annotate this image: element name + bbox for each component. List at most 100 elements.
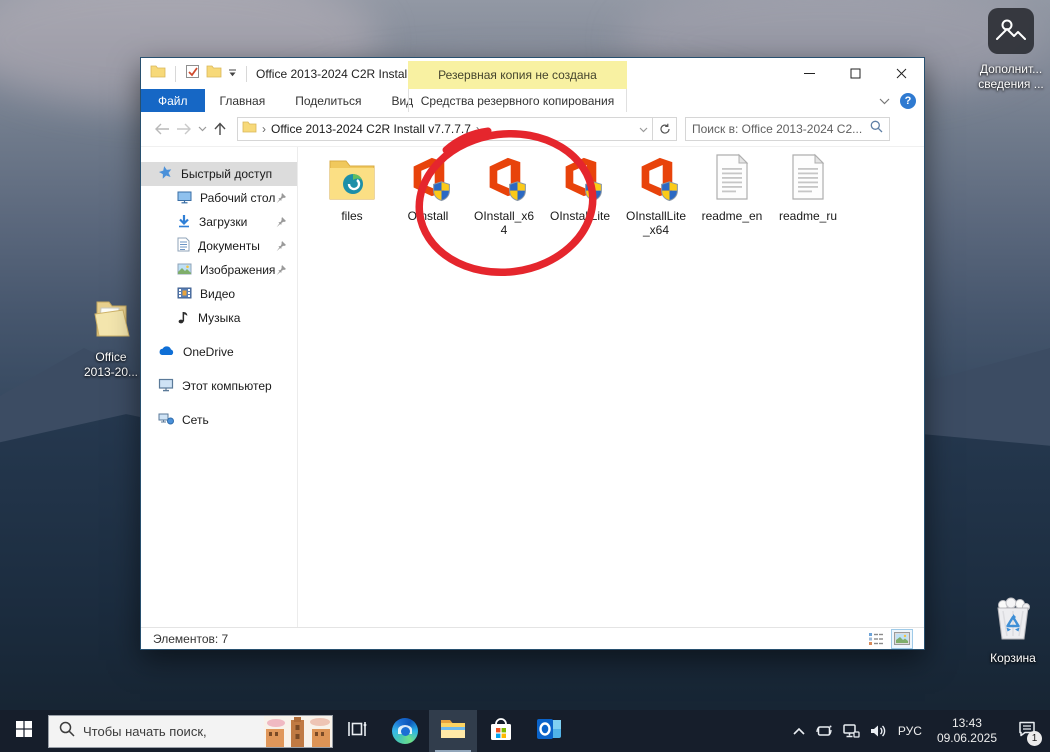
window-folder-icon [150, 64, 166, 83]
ribbon-collapse-chevron-icon[interactable] [879, 94, 890, 108]
address-dropdown-chevron-icon[interactable] [639, 120, 648, 138]
file-item-oinstall-x64[interactable]: OInstall_x6 4 [466, 149, 542, 237]
items-count: Элементов: 7 [153, 632, 228, 646]
forward-icon[interactable] [173, 118, 195, 140]
taskbar-search-box[interactable] [48, 715, 333, 748]
store-button[interactable] [477, 710, 525, 752]
qat-properties-icon[interactable] [185, 64, 200, 84]
search-icon [870, 120, 883, 138]
computer-icon [158, 378, 174, 395]
separator [175, 66, 176, 82]
volume-icon[interactable] [869, 723, 887, 739]
file-item-oinstalllite-x64[interactable]: OInstallLite _x64 [618, 149, 694, 237]
desktop-icon-label: Корзина [990, 651, 1036, 666]
separator [246, 66, 247, 82]
address-bar: › Office 2013-2024 C2R Install v7.7.7.7 … [141, 112, 924, 147]
quick-access-star-icon [158, 165, 173, 183]
open-folder-icon [85, 296, 137, 347]
pin-icon [275, 264, 287, 279]
file-item-files[interactable]: files [314, 149, 390, 237]
sidebar-item-music[interactable]: Музыка [141, 306, 297, 330]
uac-shield-icon [659, 180, 680, 207]
desktop-icon-label: Office 2013-20... [84, 350, 138, 380]
window-title: Office 2013-2024 C2R Install ... [256, 67, 423, 81]
search-icon [59, 721, 75, 742]
desktop-icon-info[interactable]: Дополнит... сведения ... [968, 8, 1050, 92]
tab-file[interactable]: Файл [141, 89, 205, 112]
file-item-readme-ru[interactable]: readme_ru [770, 149, 846, 237]
file-label: OInstall [408, 209, 449, 223]
file-explorer-icon [440, 718, 466, 745]
hidden-icons-chevron-icon[interactable] [792, 726, 806, 736]
outlook-button[interactable] [525, 710, 573, 752]
sidebar-item-network[interactable]: Сеть [141, 408, 297, 432]
file-label: files [341, 209, 362, 223]
taskbar-search-input[interactable] [83, 724, 243, 739]
ribbon-tabs: Файл Главная Поделиться Вид Средства рез… [141, 89, 924, 112]
pin-icon [275, 240, 287, 255]
file-label: OInstallLite [550, 209, 610, 223]
qat-customize-chevron-icon[interactable] [228, 65, 237, 83]
action-center-button[interactable]: 1 [1010, 710, 1044, 752]
search-box[interactable] [685, 117, 890, 141]
notification-badge: 1 [1027, 731, 1042, 746]
onedrive-cloud-icon [158, 345, 175, 359]
file-item-readme-en[interactable]: readme_en [694, 149, 770, 237]
up-icon[interactable] [209, 118, 231, 140]
device-sync-icon[interactable] [815, 723, 833, 739]
sidebar-item-onedrive[interactable]: OneDrive [141, 340, 297, 364]
file-explorer-button[interactable] [429, 710, 477, 752]
file-label: readme_en [702, 209, 763, 223]
edge-icon [392, 718, 418, 744]
thumbnail-view-icon[interactable] [892, 630, 912, 648]
pin-icon [275, 192, 287, 207]
uac-shield-icon [507, 180, 528, 207]
maximize-button[interactable] [832, 58, 878, 89]
recent-locations-chevron-icon[interactable] [195, 118, 209, 140]
file-label: OInstall_x6 4 [474, 209, 534, 237]
task-view-button[interactable] [333, 710, 381, 752]
search-highlight-illustration[interactable] [264, 716, 332, 747]
help-icon[interactable]: ? [900, 93, 916, 109]
network-icon[interactable] [842, 723, 860, 739]
refresh-icon[interactable] [653, 117, 677, 141]
search-input[interactable] [692, 122, 870, 136]
contextual-tab-header: Резервная копия не создана [408, 61, 627, 89]
edge-button[interactable] [381, 710, 429, 752]
desktop-icon-recycle-bin[interactable]: Корзина [970, 595, 1050, 666]
sidebar-item-videos[interactable]: Видео [141, 282, 297, 306]
sidebar-item-pictures[interactable]: Изображения [141, 258, 297, 282]
sidebar-item-quick-access[interactable]: Быстрый доступ [141, 162, 297, 186]
minimize-button[interactable] [786, 58, 832, 89]
sidebar-item-documents[interactable]: Документы [141, 234, 297, 258]
downloads-icon [177, 214, 191, 231]
sidebar-item-downloads[interactable]: Загрузки [141, 210, 297, 234]
file-list-area: files [298, 147, 924, 627]
qat-new-folder-icon[interactable] [206, 64, 222, 83]
clock-date: 09.06.2025 [937, 731, 997, 746]
task-view-icon [347, 720, 367, 743]
sidebar-item-desktop[interactable]: Рабочий стол [141, 186, 297, 210]
details-view-icon[interactable] [866, 630, 886, 648]
close-button[interactable] [878, 58, 924, 89]
outlook-icon [536, 717, 562, 746]
file-item-oinstalllite[interactable]: OInstallLite [542, 149, 618, 237]
tab-home[interactable]: Главная [205, 89, 281, 112]
store-icon [489, 716, 513, 747]
system-tray: РУС 13:43 09.06.2025 1 [792, 710, 1050, 752]
file-item-oinstall[interactable]: OInstall [390, 149, 466, 237]
back-icon[interactable] [151, 118, 173, 140]
text-document-icon [788, 153, 828, 206]
sidebar-item-this-pc[interactable]: Этот компьютер [141, 374, 297, 398]
recycle-bin-icon [990, 595, 1036, 648]
tab-share[interactable]: Поделиться [280, 89, 376, 112]
address-input[interactable]: › Office 2013-2024 C2R Install v7.7.7.7 … [237, 117, 653, 141]
tab-backup-tools[interactable]: Средства резервного копирования [408, 89, 627, 112]
start-button[interactable] [0, 710, 48, 752]
breadcrumb-separator: › [476, 122, 480, 136]
pictures-icon [177, 263, 192, 278]
desktop-icon [177, 190, 192, 207]
language-indicator[interactable]: РУС [896, 724, 924, 738]
clock[interactable]: 13:43 09.06.2025 [933, 716, 1001, 746]
breadcrumb-path[interactable]: Office 2013-2024 C2R Install v7.7.7.7 [271, 122, 471, 136]
